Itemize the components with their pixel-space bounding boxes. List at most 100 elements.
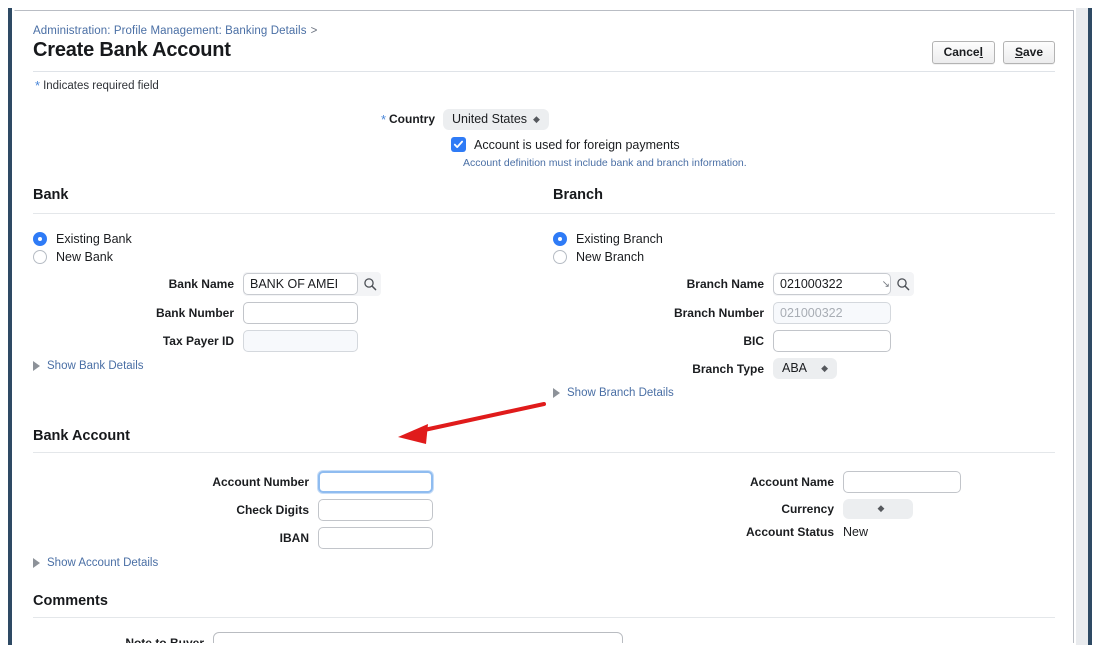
branch-name-row: Branch Name ↘ [553,272,1073,297]
branch-name-label: Branch Name [686,277,764,292]
header-actions: Cancel Save [931,39,1055,65]
bank-account-section-title: Bank Account [33,428,130,445]
branch-new-radio-row[interactable]: New Branch [553,250,1073,265]
bank-name-label: Bank Name [168,277,234,292]
save-accesskey: S [1014,45,1023,59]
branch-number-input [773,302,891,325]
account-name-label: Account Name [749,475,834,490]
check-digits-row: Check Digits [33,499,553,522]
bank-name-row: Bank Name [33,272,553,297]
account-status-row: Account Status New [553,525,1073,539]
account-number-input[interactable] [318,471,433,494]
comments-divider [33,617,1055,619]
account-status-label: Account Status [745,525,834,540]
branch-type-row: Branch Type ABA ◆ [553,358,1073,380]
show-bank-details-label: Show Bank Details [47,360,144,373]
show-bank-details-toggle[interactable]: Show Bank Details [33,360,144,372]
header-divider [33,71,1055,73]
branch-section-title: Branch [553,187,603,204]
country-label-text: Country [389,112,435,127]
chevron-updown-icon: ◆ [821,362,828,373]
bank-number-label: Bank Number [155,306,234,321]
iban-label: IBAN [279,531,309,546]
search-icon[interactable] [363,277,377,291]
country-required-asterisk-icon: * [380,112,386,128]
branch-new-radio-label: New Branch [576,250,645,265]
branch-new-radio[interactable] [553,250,567,265]
bank-existing-radio-row[interactable]: Existing Bank [33,232,553,247]
currency-row: Currency ◆ [553,499,1073,520]
bank-section-title: Bank [33,187,69,204]
page-title: Create Bank Account [33,39,231,61]
branch-name-lov: ↘ [773,272,914,297]
cancel-button[interactable]: Cancel [931,41,995,65]
iban-input[interactable] [318,527,433,550]
outer-gutter [1076,8,1088,645]
bank-new-radio-row[interactable]: New Bank [33,250,553,265]
page-header: Create Bank Account Cancel Save [33,39,1055,65]
country-row: * Country United States ◆ [33,109,1055,131]
account-number-row: Account Number [33,471,553,494]
iban-row: IBAN [33,527,553,550]
comments-section-title: Comments [33,593,108,610]
branch-type-value: ABA [782,361,808,376]
chevron-updown-icon: ◆ [877,503,885,514]
tax-payer-id-label: Tax Payer ID [162,334,234,349]
show-account-details-label: Show Account Details [47,557,159,570]
tax-payer-id-input [243,330,358,353]
save-button[interactable]: Save [1002,41,1055,65]
bank-number-input[interactable] [243,302,358,325]
bank-account-section-headers: Bank Account [33,428,1055,448]
bank-existing-radio[interactable] [33,232,47,247]
branch-existing-radio-label: Existing Branch [576,232,663,247]
currency-select: ◆ [843,499,913,520]
country-select[interactable]: United States ◆ [443,109,549,131]
branch-name-input[interactable] [773,273,891,296]
branch-number-row: Branch Number [553,302,1073,325]
bank-existing-radio-label: Existing Bank [56,232,132,247]
account-number-label: Account Number [212,475,309,490]
chevron-updown-icon: ◆ [533,113,540,124]
country-selected-value: United States [452,112,528,127]
foreign-payments-row: Account is used for foreign payments [33,137,1055,153]
save-label-post: ave [1022,45,1043,59]
bank-new-radio-label: New Bank [56,250,113,265]
screenshot-root: Administration: Profile Management: Bank… [0,0,1100,664]
account-name-row: Account Name [553,471,1073,494]
bic-label: BIC [743,334,764,349]
bank-number-row: Bank Number [33,302,553,325]
account-name-input[interactable] [843,471,961,494]
search-icon[interactable] [896,277,910,291]
bank-name-input[interactable] [243,273,358,296]
branch-number-label: Branch Number [673,306,764,321]
branch-type-label: Branch Type [692,361,764,376]
tax-payer-id-row: Tax Payer ID [33,330,553,353]
breadcrumb[interactable]: Administration: Profile Management: Bank… [33,25,1055,37]
branch-existing-radio-row[interactable]: Existing Branch [553,232,1073,247]
bank-account-divider [33,452,1055,454]
disclosure-triangle-icon [33,558,40,569]
foreign-payments-checkbox[interactable] [451,137,466,153]
branch-column: Existing Branch New Branch Branch Name ↘ [553,232,1073,399]
breadcrumb-text[interactable]: Administration: Profile Management: Bank… [33,25,307,37]
branch-existing-radio[interactable] [553,232,567,247]
required-asterisk-icon: * [35,78,41,94]
country-label: * Country [33,112,443,127]
bank-account-left-column: Account Number Check Digits IBAN Show Ac… [33,471,553,569]
account-definition-hint: Account definition must include bank and… [463,157,747,170]
check-icon [453,141,463,149]
required-field-note: * Indicates required field [35,78,1055,93]
show-branch-details-label: Show Branch Details [567,387,674,400]
cancel-label-pre: Cance [943,45,980,59]
form-content-card: Administration: Profile Management: Bank… [14,10,1074,643]
show-branch-details-toggle[interactable]: Show Branch Details [553,387,674,399]
show-account-details-toggle[interactable]: Show Account Details [33,557,158,569]
note-to-buyer-textarea[interactable] [213,632,623,643]
note-to-buyer-label: Note to Buyer [33,632,213,643]
currency-label: Currency [781,502,834,517]
bic-input[interactable] [773,330,891,353]
check-digits-input[interactable] [318,499,433,522]
bank-account-columns: Account Number Check Digits IBAN Show Ac… [33,471,1055,589]
bank-new-radio[interactable] [33,250,47,265]
note-to-buyer-row: Note to Buyer [33,632,1055,643]
